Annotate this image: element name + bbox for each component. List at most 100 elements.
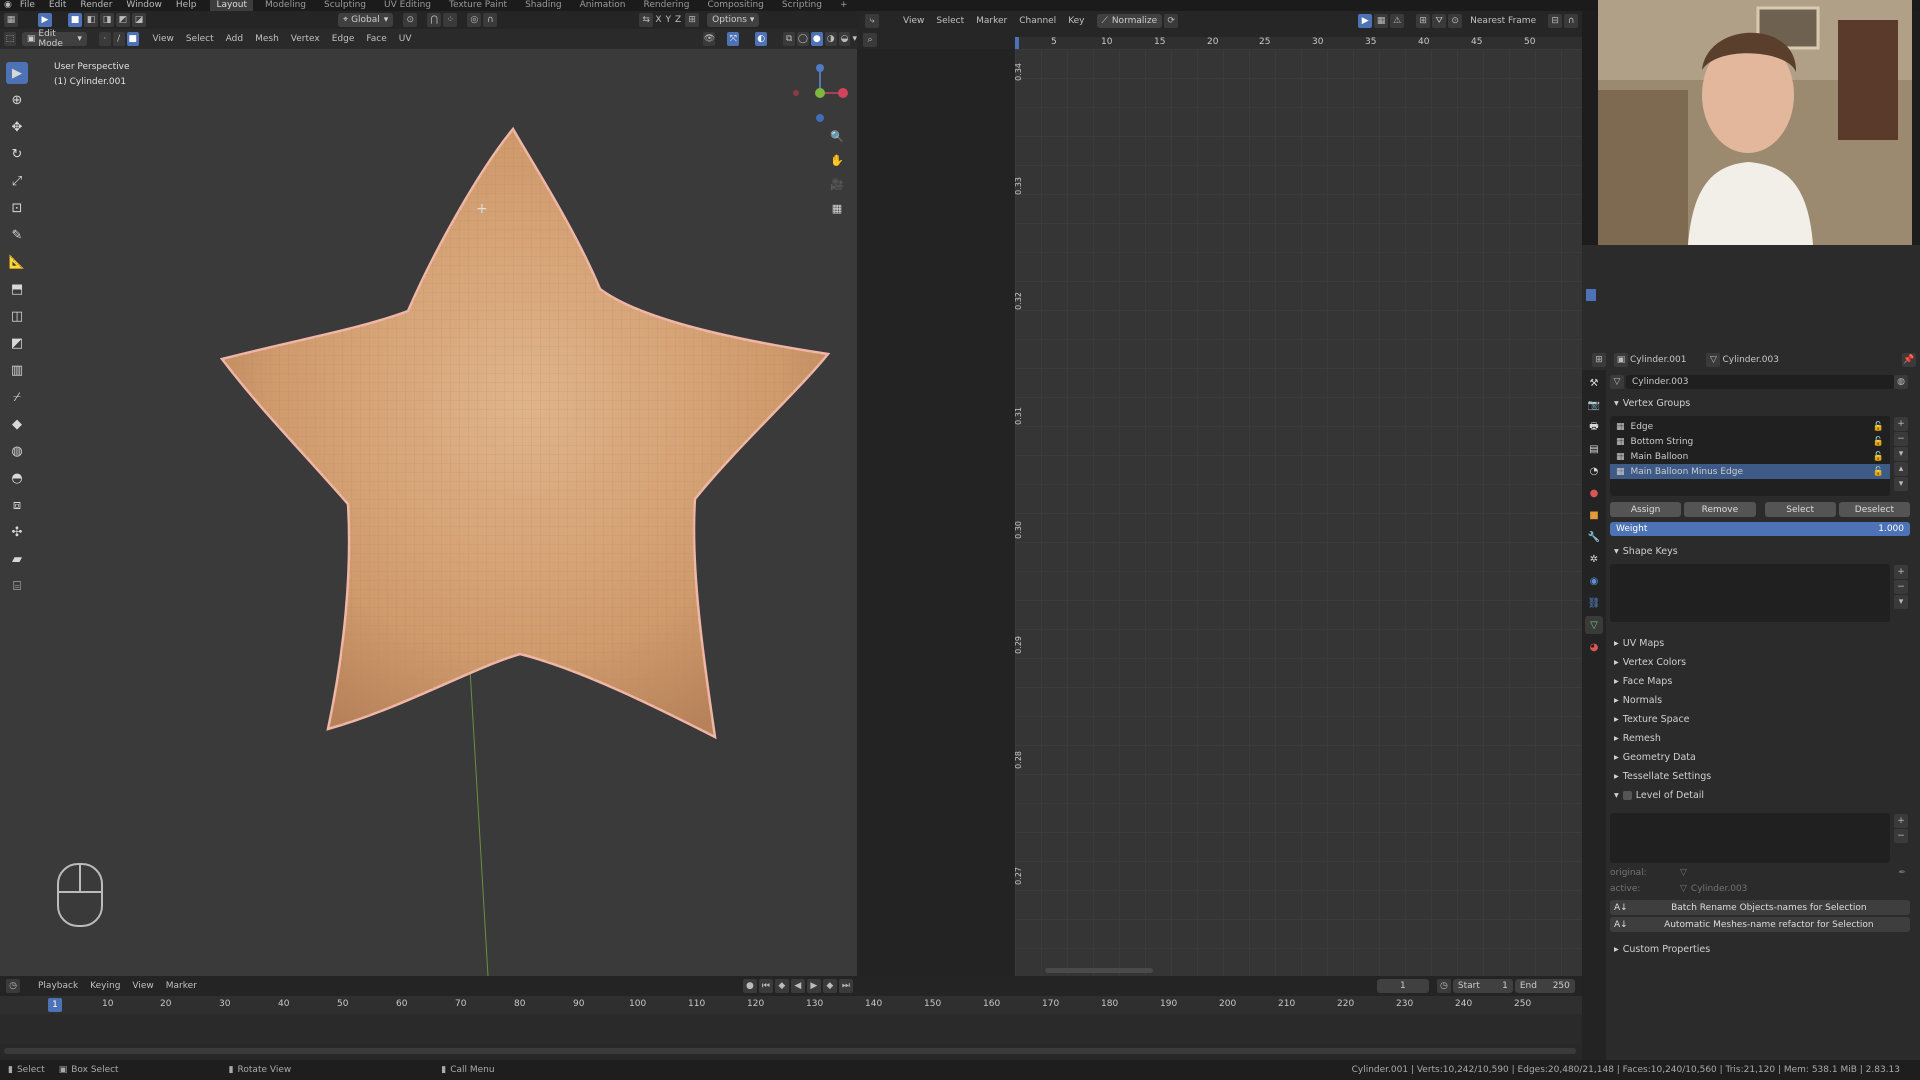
mirror-icon[interactable]: ⇆ <box>639 13 654 27</box>
vertex-groups-list[interactable]: ▦ Edge 🔓 ▦ Bottom String 🔓 ▦ Main Balloon 🔓 ▦ M… <box>1610 416 1890 496</box>
object-tab-icon[interactable]: ■ <box>1585 506 1603 524</box>
curve-icon[interactable]: ∩ <box>1564 14 1579 28</box>
panel-face-maps[interactable]: ▸ Face Maps <box>1610 672 1910 691</box>
timeline-horizontal-scrollbar[interactable] <box>4 1048 1576 1054</box>
gizmo-toggle-icon[interactable]: ⤧ <box>727 32 740 46</box>
render-tab-icon[interactable]: 📷 <box>1585 396 1603 414</box>
select-mode-new-icon[interactable]: ■ <box>68 13 82 27</box>
constraints-tab-icon[interactable]: ⛓ <box>1585 594 1603 612</box>
mirror-x-toggle[interactable]: X <box>655 15 661 25</box>
gizmo-y-icon[interactable] <box>815 88 825 98</box>
rendered-shading-icon[interactable]: ◒ <box>838 32 851 46</box>
auto-mesh-rename-button[interactable]: A↓ Automatic Meshes-name refactor for Sel… <box>1610 917 1910 932</box>
remove-button[interactable]: Remove <box>1684 502 1756 517</box>
material-shading-icon[interactable]: ◑ <box>824 32 837 46</box>
workspace-tab-modeling[interactable]: Modeling <box>259 0 312 11</box>
panel-geometry-data[interactable]: ▸ Geometry Data <box>1610 748 1910 767</box>
timeline-keyframe-area[interactable] <box>0 1014 1582 1044</box>
workspace-tab-uv-editing[interactable]: UV Editing <box>378 0 437 11</box>
menu-window[interactable]: Window <box>126 0 162 11</box>
lock-icon[interactable]: 🔓 <box>1873 467 1884 477</box>
panel-level-of-detail[interactable]: ▾ Level of Detail <box>1610 786 1910 805</box>
panel-vertex-colors[interactable]: ▸ Vertex Colors <box>1610 653 1910 672</box>
workspace-tab-scripting[interactable]: Scripting <box>776 0 828 11</box>
editor-type-icon[interactable]: ⬚ <box>4 32 16 46</box>
physics-tab-icon[interactable]: ◉ <box>1585 572 1603 590</box>
graph-menu-marker[interactable]: Marker <box>976 16 1007 26</box>
workspace-tab-animation[interactable]: Animation <box>574 0 632 11</box>
lock-icon[interactable]: 🔓 <box>1873 422 1884 432</box>
normalize-toggle[interactable]: ⟋ Normalize <box>1096 14 1163 28</box>
add-vertex-group-icon[interactable]: + <box>1894 417 1908 431</box>
specials-menu-icon[interactable]: ▾ <box>1894 595 1908 609</box>
next-keyframe-icon[interactable]: ◆ <box>822 979 837 993</box>
proportional-edit-icon[interactable]: ◎ <box>467 13 482 27</box>
snap-icon[interactable]: ⊙ <box>1448 14 1463 28</box>
pivot-icon[interactable]: ⊞ <box>1416 14 1431 28</box>
modifier-tab-icon[interactable]: 🔧 <box>1585 528 1603 546</box>
remove-shape-key-icon[interactable]: − <box>1894 580 1908 594</box>
graph-menu-key[interactable]: Key <box>1068 16 1084 26</box>
current-frame-field[interactable]: 1 <box>1376 979 1429 993</box>
viewport-menu-face[interactable]: Face <box>366 34 386 44</box>
graph-channel-region[interactable] <box>857 49 1015 976</box>
viewport-menu-edge[interactable]: Edge <box>332 34 355 44</box>
show-hidden-icon[interactable]: ▦ <box>1374 14 1389 28</box>
gizmo-neg-x-icon[interactable] <box>793 90 799 96</box>
timeline-menu-keying[interactable]: Keying <box>90 981 120 991</box>
transform-orientation-dropdown[interactable]: ⌖ Global ▾ <box>338 13 394 27</box>
viewport-menu-vertex[interactable]: Vertex <box>291 34 320 44</box>
workspace-tab-rendering[interactable]: Rendering <box>638 0 696 11</box>
panel-tessellate-settings[interactable]: ▸ Tessellate Settings <box>1610 767 1910 786</box>
viewport-menu-add[interactable]: Add <box>226 34 243 44</box>
overlay-toggle-icon[interactable]: ◐ <box>755 32 768 46</box>
vertex-group-item[interactable]: ▦ Main Balloon 🔓 <box>1610 449 1890 464</box>
record-icon[interactable]: ● <box>742 979 757 993</box>
blender-logo-icon[interactable]: ◉ <box>4 0 12 11</box>
xray-toggle-icon[interactable]: ⧉ <box>783 32 795 46</box>
tool-tab-icon[interactable]: ⚒ <box>1585 374 1603 392</box>
snap-target-icon[interactable]: ⁘ <box>443 13 458 27</box>
jump-end-icon[interactable]: ⏭ <box>838 979 853 993</box>
viewport-menu-mesh[interactable]: Mesh <box>255 34 279 44</box>
select-mode-subtract-icon[interactable]: ◨ <box>100 13 114 27</box>
view-layer-tab-icon[interactable]: ▤ <box>1585 440 1603 458</box>
playhead-marker[interactable]: 1 <box>48 998 62 1012</box>
workspace-tab-shading[interactable]: Shading <box>519 0 568 11</box>
panel-remesh[interactable]: ▸ Remesh <box>1610 729 1910 748</box>
mesh-data-tab-icon[interactable]: ▽ <box>1585 616 1603 634</box>
auto-merge-icon[interactable]: ⊞ <box>685 13 700 27</box>
filter-icon[interactable]: ⛛ <box>1432 14 1447 28</box>
snapping-icon[interactable]: ⋂ <box>427 13 442 27</box>
move-down-icon[interactable]: ▾ <box>1894 477 1908 491</box>
add-shape-key-icon[interactable]: + <box>1894 565 1908 579</box>
custom-properties-panel-header[interactable]: ▸ Custom Properties <box>1610 940 1910 959</box>
vertex-select-icon[interactable]: · <box>98 32 111 46</box>
wireframe-shading-icon[interactable]: ◯ <box>796 32 809 46</box>
shape-keys-list[interactable] <box>1610 564 1890 622</box>
batch-rename-button[interactable]: A↓ Batch Rename Objects-names for Selecti… <box>1610 900 1910 915</box>
only-errors-icon[interactable]: ⚠ <box>1390 14 1405 28</box>
select-tool-icon[interactable]: ▶ <box>38 13 52 27</box>
only-selected-icon[interactable]: ▶ <box>1358 14 1373 28</box>
lod-checkbox[interactable] <box>1622 791 1632 800</box>
select-mode-invert-icon[interactable]: ◩ <box>116 13 130 27</box>
assign-button[interactable]: Assign <box>1610 502 1682 517</box>
end-frame-field[interactable]: End 250 <box>1514 979 1575 993</box>
vertex-group-item-selected[interactable]: ▦ Main Balloon Minus Edge 🔓 <box>1610 464 1890 479</box>
lock-icon[interactable]: 🔓 <box>1873 452 1884 462</box>
eyedropper-icon[interactable]: ✒ <box>1898 868 1906 878</box>
editor-type-icon[interactable]: ⊞ <box>1592 353 1606 367</box>
camera-view-icon[interactable]: 🎥 <box>829 176 845 192</box>
add-workspace-button[interactable]: + <box>834 0 854 11</box>
start-frame-field[interactable]: Start 1 <box>1452 979 1513 993</box>
graph-horizontal-scrollbar[interactable] <box>1045 968 1153 973</box>
remove-lod-icon[interactable]: − <box>1894 829 1908 843</box>
search-icon[interactable]: ⌕ <box>863 33 877 47</box>
vertex-group-item[interactable]: ▦ Bottom String 🔓 <box>1610 434 1890 449</box>
play-icon[interactable]: ▶ <box>806 979 821 993</box>
viewport-menu-view[interactable]: View <box>153 34 174 44</box>
select-mode-extend-icon[interactable]: ◧ <box>84 13 98 27</box>
preview-range-icon[interactable]: ◷ <box>1436 979 1451 993</box>
material-tab-icon[interactable]: ◕ <box>1585 638 1603 656</box>
